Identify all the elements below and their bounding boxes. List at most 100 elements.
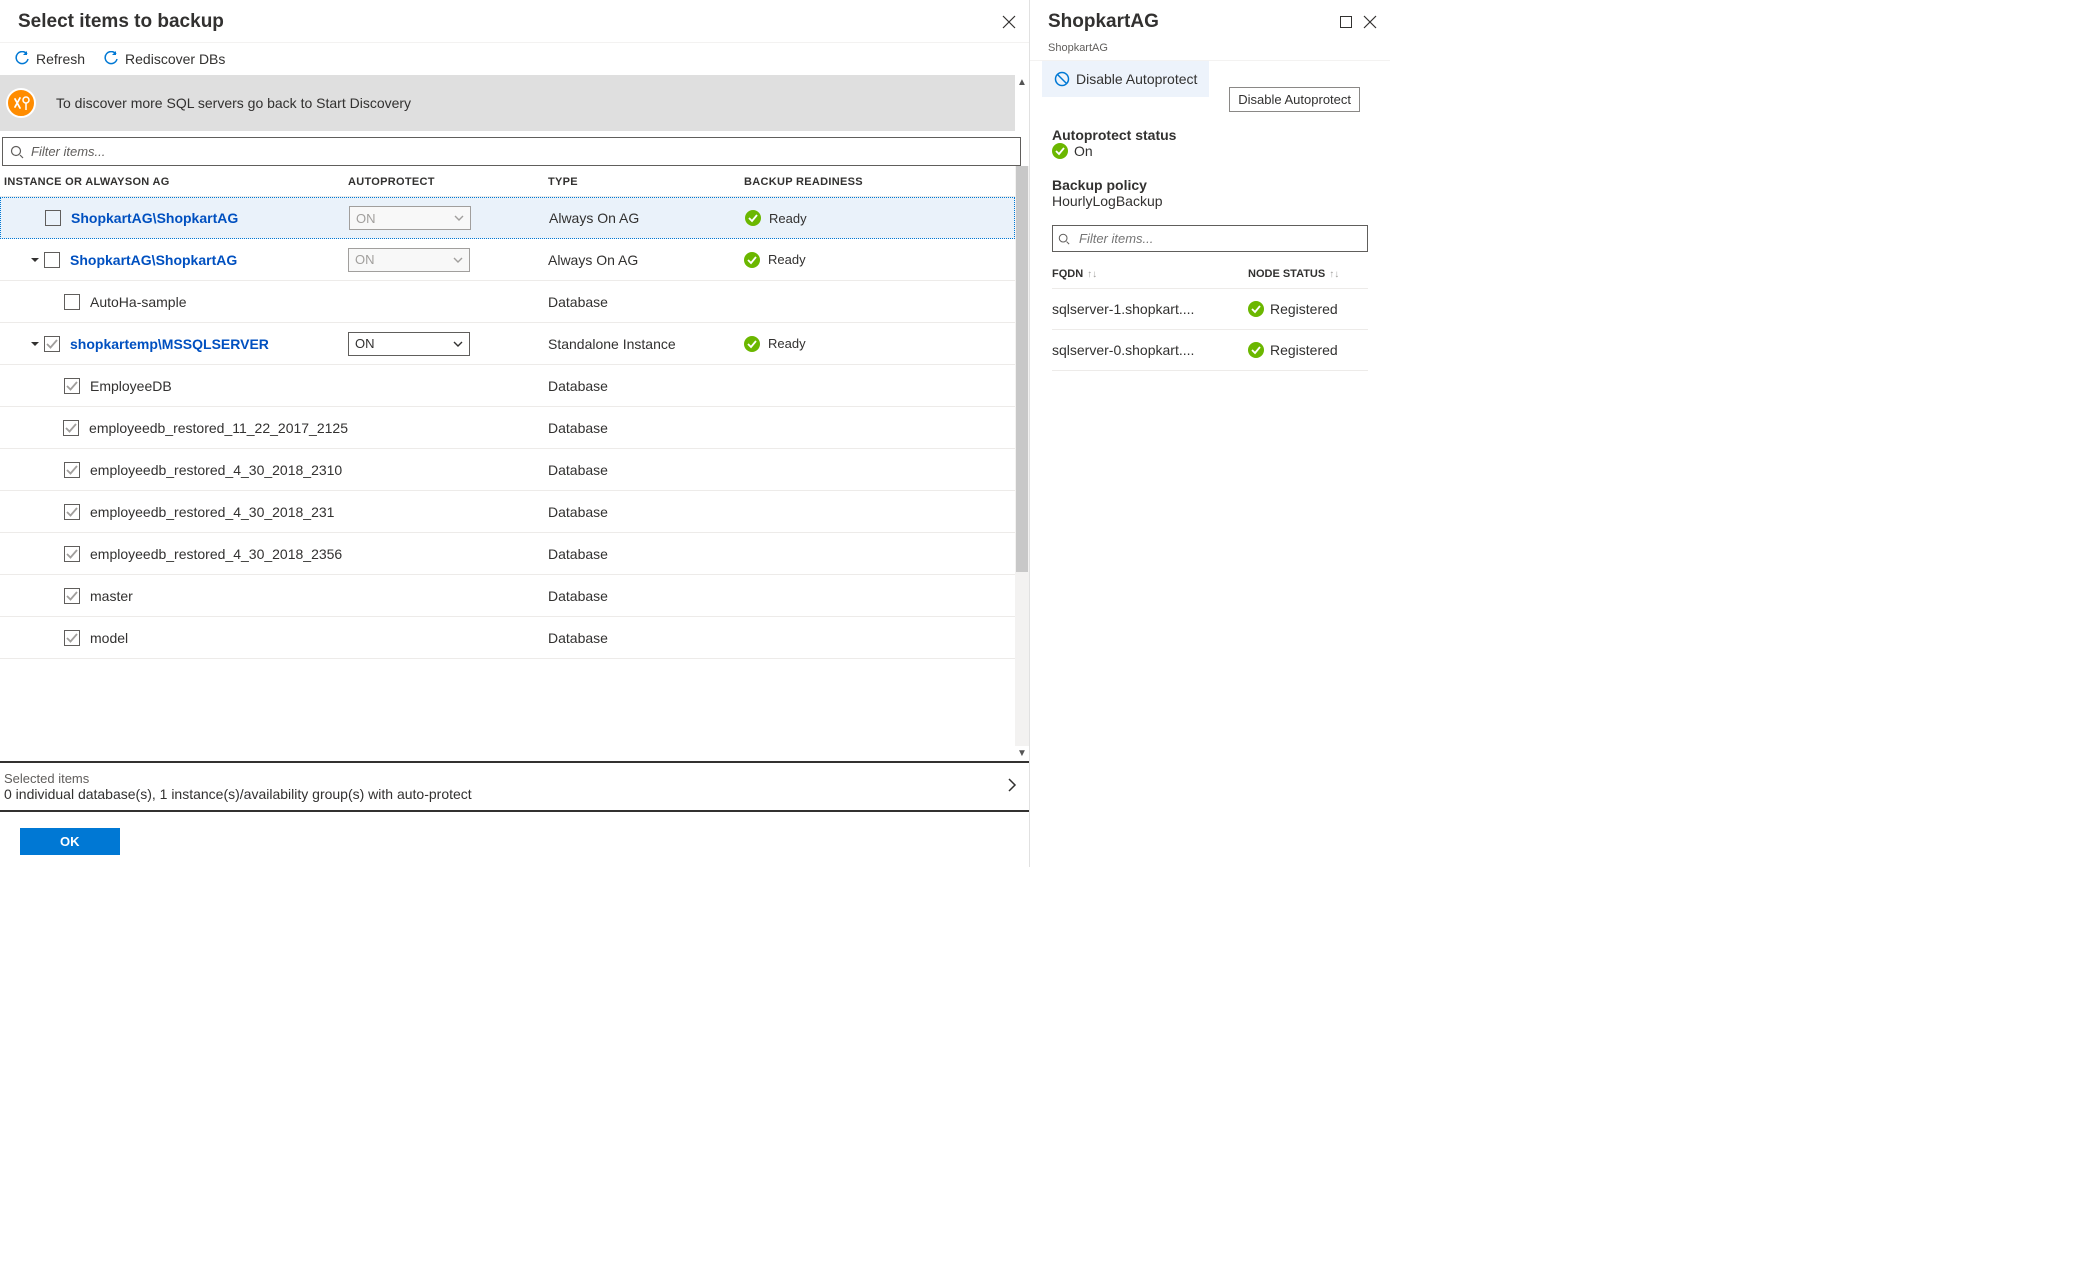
table-row[interactable]: EmployeeDBDatabase [0, 365, 1015, 407]
table-row[interactable]: masterDatabase [0, 575, 1015, 617]
details-title: ShopkartAG [1048, 11, 1334, 33]
row-checkbox[interactable] [45, 210, 61, 226]
row-type: Standalone Instance [548, 336, 744, 352]
row-name: employeedb_restored_11_22_2017_2125 [89, 420, 348, 436]
rediscover-button[interactable]: Rediscover DBs [103, 51, 225, 67]
sort-icon: ↑↓ [1329, 269, 1339, 280]
node-row[interactable]: sqlserver-1.shopkart....Registered [1052, 289, 1368, 330]
nodes-filter-input[interactable] [1052, 225, 1368, 252]
search-icon [1058, 233, 1070, 245]
row-checkbox[interactable] [64, 378, 80, 394]
disable-label: Disable Autoprotect [1076, 71, 1197, 87]
refresh-button[interactable]: Refresh [14, 51, 85, 67]
row-type: Always On AG [548, 252, 744, 268]
row-readiness: Ready [745, 210, 945, 226]
node-status: Registered [1248, 342, 1368, 358]
row-checkbox[interactable] [44, 336, 60, 352]
ready-ok-icon [1248, 342, 1264, 358]
table-header: INSTANCE OR ALWAYSON AG AUTOPROTECT TYPE… [0, 166, 1015, 197]
selected-items-label: Selected items [4, 771, 1005, 786]
table-row[interactable]: ShopkartAG\ShopkartAG ON Always On AGReady [0, 197, 1015, 239]
th-node-status[interactable]: NODE STATUS ↑↓ [1248, 268, 1368, 280]
maximize-icon[interactable] [1334, 10, 1358, 34]
th-fqdn[interactable]: FQDN ↑↓ [1052, 268, 1248, 280]
th-readiness: BACKUP READINESS [744, 176, 944, 188]
row-type: Database [548, 588, 744, 604]
items-table: INSTANCE OR ALWAYSON AG AUTOPROTECT TYPE… [0, 166, 1015, 761]
tooltip: Disable Autoprotect [1229, 87, 1360, 112]
row-type: Database [548, 546, 744, 562]
ready-ok-icon [745, 210, 761, 226]
row-checkbox[interactable] [63, 420, 79, 436]
row-name: EmployeeDB [90, 378, 172, 394]
row-name[interactable]: shopkartemp\MSSQLSERVER [70, 336, 269, 352]
autoprotect-select[interactable]: ON [348, 332, 470, 356]
details-subtitle: ShopkartAG [1030, 42, 1390, 60]
search-icon [10, 145, 24, 159]
row-checkbox[interactable] [64, 546, 80, 562]
row-readiness: Ready [744, 336, 944, 352]
row-checkbox[interactable] [64, 294, 80, 310]
row-name: employeedb_restored_4_30_2018_231 [90, 504, 334, 520]
sort-icon: ↑↓ [1087, 269, 1097, 280]
row-name: employeedb_restored_4_30_2018_2310 [90, 462, 342, 478]
table-row[interactable]: employeedb_restored_4_30_2018_2356 Databa… [0, 533, 1015, 575]
filter-input[interactable] [2, 137, 1021, 166]
refresh-icon [14, 51, 30, 67]
row-readiness: Ready [744, 252, 944, 268]
row-name[interactable]: ShopkartAG\ShopkartAG [71, 210, 238, 226]
disable-icon [1054, 71, 1070, 87]
close-details-icon[interactable] [1358, 10, 1382, 34]
scroll-down-icon[interactable]: ▼ [1017, 746, 1027, 761]
info-message: To discover more SQL servers go back to … [42, 95, 411, 111]
row-checkbox[interactable] [64, 630, 80, 646]
expand-toggle[interactable] [26, 255, 44, 265]
row-type: Database [548, 294, 744, 310]
autoprotect-select: ON [349, 206, 471, 230]
row-type: Database [548, 420, 744, 436]
chevron-right-icon[interactable] [1005, 776, 1019, 797]
close-icon[interactable] [997, 10, 1021, 34]
ready-ok-icon [744, 336, 760, 352]
table-row[interactable]: modelDatabase [0, 617, 1015, 659]
node-status: Registered [1248, 301, 1368, 317]
table-row[interactable]: employeedb_restored_4_30_2018_2310Databa… [0, 449, 1015, 491]
row-name[interactable]: ShopkartAG\ShopkartAG [70, 252, 237, 268]
autoprotect-select: ON [348, 248, 470, 272]
table-row[interactable]: employeedb_restored_11_22_2017_2125 Datab… [0, 407, 1015, 449]
expand-toggle[interactable] [26, 339, 44, 349]
row-checkbox[interactable] [44, 252, 60, 268]
row-type: Database [548, 630, 744, 646]
scrollbar[interactable] [1015, 166, 1029, 746]
table-row[interactable]: AutoHa-sample Database [0, 281, 1015, 323]
row-checkbox[interactable] [64, 462, 80, 478]
rediscover-icon [103, 51, 119, 67]
ok-button[interactable]: OK [20, 828, 120, 855]
backup-policy-value: HourlyLogBackup [1052, 193, 1368, 209]
node-fqdn: sqlserver-1.shopkart.... [1052, 301, 1248, 317]
scroll-up-icon[interactable]: ▲ [1017, 75, 1027, 90]
row-type: Always On AG [549, 210, 745, 226]
autoprotect-status-label: Autoprotect status [1052, 127, 1368, 143]
row-checkbox[interactable] [64, 504, 80, 520]
th-type: TYPE [548, 176, 744, 188]
row-type: Database [548, 504, 744, 520]
scrollbar-thumb[interactable] [1016, 166, 1028, 572]
selected-items-summary: 0 individual database(s), 1 instance(s)/… [4, 786, 1005, 802]
row-checkbox[interactable] [64, 588, 80, 604]
table-row[interactable]: ShopkartAG\ShopkartAG ON Always On AGReady [0, 239, 1015, 281]
refresh-label: Refresh [36, 51, 85, 67]
rediscover-label: Rediscover DBs [125, 51, 225, 67]
th-instance: INSTANCE OR ALWAYSON AG [4, 176, 348, 188]
table-row[interactable]: employeedb_restored_4_30_2018_231 Databas… [0, 491, 1015, 533]
node-row[interactable]: sqlserver-0.shopkart....Registered [1052, 330, 1368, 371]
node-fqdn: sqlserver-0.shopkart.... [1052, 342, 1248, 358]
th-autoprotect: AUTOPROTECT [348, 176, 548, 188]
row-name: AutoHa-sample [90, 294, 187, 310]
ready-ok-icon [1248, 301, 1264, 317]
disable-autoprotect-button[interactable]: Disable Autoprotect [1042, 61, 1209, 97]
status-ok-icon [1052, 143, 1068, 159]
table-row[interactable]: shopkartemp\MSSQLSERVER ON Standalone Inst… [0, 323, 1015, 365]
row-name: employeedb_restored_4_30_2018_2356 [90, 546, 342, 562]
info-icon [0, 75, 42, 131]
